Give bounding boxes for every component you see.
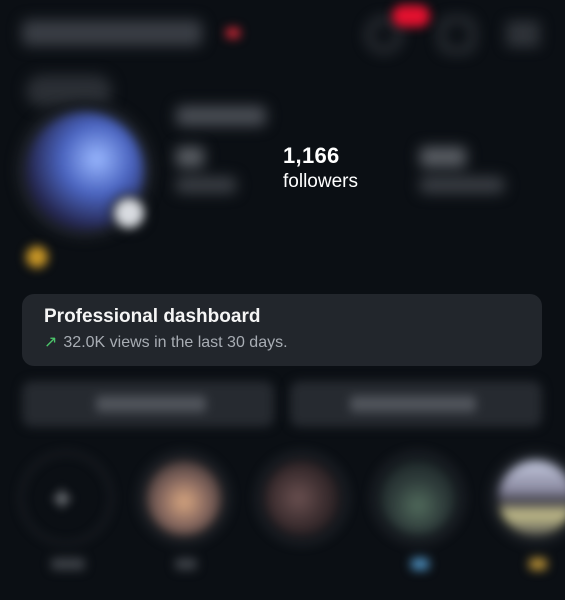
dashboard-views: ↗ 32.0K views in the last 30 days. — [44, 332, 288, 352]
edit-profile-button[interactable] — [22, 381, 274, 427]
professional-dashboard-card[interactable]: Professional dashboard ↗ 32.0K views in t… — [22, 294, 542, 366]
username-switcher[interactable] — [22, 20, 202, 46]
display-name — [176, 106, 266, 126]
views-text: 32.0K views in the last 30 days. — [63, 334, 288, 351]
badge-icon — [26, 246, 48, 268]
posts-stat[interactable] — [176, 147, 236, 193]
trend-up-icon: ↗ — [44, 334, 58, 351]
followers-count: 1,166 — [283, 143, 340, 168]
create-post-icon[interactable] — [440, 18, 474, 52]
top-bar — [0, 0, 565, 72]
share-profile-button[interactable] — [290, 381, 542, 427]
plus-icon: + — [52, 480, 72, 518]
add-story-icon[interactable] — [110, 194, 148, 232]
story-highlight[interactable] — [256, 452, 352, 544]
notification-badge — [392, 5, 430, 27]
account-indicator-dot — [226, 28, 240, 38]
following-stat[interactable] — [420, 147, 504, 193]
dashboard-title: Professional dashboard — [44, 306, 261, 327]
followers-stat[interactable]: 1,166 followers — [283, 143, 358, 193]
followers-label: followers — [283, 171, 358, 192]
story-highlight[interactable] — [372, 452, 468, 570]
story-highlight[interactable] — [490, 452, 565, 570]
story-highlight[interactable] — [138, 452, 234, 570]
hamburger-menu-icon[interactable] — [506, 18, 540, 52]
new-highlight[interactable]: + — [20, 452, 116, 570]
